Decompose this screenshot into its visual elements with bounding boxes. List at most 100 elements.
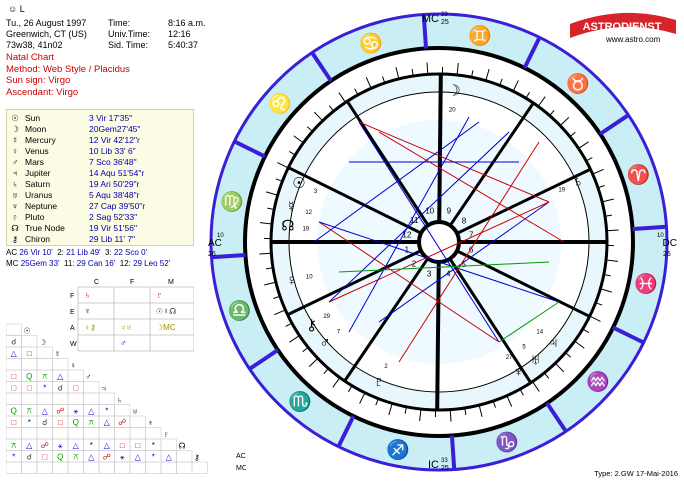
planet-glyph-icon: ⚷ — [306, 317, 317, 334]
mc-minute: 33 — [441, 12, 448, 18]
aspect-symbol-icon: * — [105, 407, 108, 416]
aspect-cell — [67, 369, 84, 382]
astrodienst-logo[interactable]: ASTRODIENST www.astro.com — [566, 6, 680, 46]
planet-row: ☊ True Node 19 Vir 51'56" — [7, 223, 193, 234]
chart-type: Natal Chart — [6, 52, 55, 63]
aspect-cell — [129, 427, 146, 440]
planet-glyph-icon: ♃ — [11, 168, 19, 178]
aspect-symbol-icon: △ — [57, 372, 64, 381]
planet-row: ♄ Saturn 19 Ari 50'29"r — [7, 179, 193, 190]
planet-glyph-icon: ♀ — [11, 146, 19, 156]
aspect-symbol-icon: ⚹ — [120, 453, 125, 462]
planet-position: 10 Lib 33' 6" — [89, 146, 136, 156]
aspect-cell — [6, 358, 22, 371]
planet-degree: 12 — [305, 210, 312, 216]
planet-name: Jupiter — [25, 168, 51, 178]
chart-footer: Type: 2.GW 17-Mai-2016 — [594, 469, 678, 478]
aspect-symbol-icon: ⚻ — [11, 441, 16, 450]
aspect-cell — [36, 346, 53, 359]
planet-degree: 29 — [323, 314, 330, 320]
birth-date: Tu., 26 August 1997 — [6, 18, 87, 28]
zodiac-sign-icon: ♊ — [468, 24, 492, 47]
element-col-cardinal: C — [94, 279, 99, 286]
planet-table: ☉ Sun 3 Vir 17'35" ☽ Moon 20Gem27'45" ☿ Mercury… — [6, 109, 194, 246]
aspect-cell — [176, 461, 193, 474]
mc-label: MC — [422, 13, 439, 25]
aspect-symbol-icon: ☍ — [41, 441, 49, 450]
ac-label: AC — [208, 238, 222, 249]
house-cusp-line — [435, 261, 441, 411]
element-col-fixed: F — [130, 279, 134, 286]
sid-time-value: 5:40:37 — [168, 40, 199, 50]
planet-degree: 14 — [536, 329, 543, 335]
house-number: 8 — [462, 216, 467, 225]
zodiac-sign-icon: ♓ — [634, 272, 658, 295]
aspect-symbol-icon: * — [152, 453, 155, 462]
aspect-symbol-icon: □ — [27, 384, 32, 393]
pluto-icon: ♇ — [156, 290, 163, 300]
aspect-cell — [98, 427, 115, 440]
mercury-node-icons: ☉☿☊ — [156, 307, 176, 316]
planet-position: 7 Sco 36'48" — [89, 157, 137, 167]
aspect-symbol-icon: △ — [88, 407, 95, 416]
aspect-planet-glyph-icon: ☊ — [179, 442, 186, 451]
aspect-symbol-icon: Q — [26, 372, 32, 381]
aspect-symbol-icon: □ — [73, 384, 78, 393]
planet-position: 3 Vir 17'35" — [89, 113, 133, 123]
zodiac-sign-icon: ♑ — [495, 431, 519, 454]
planet-row: ♀ Venus 10 Lib 33' 6" — [7, 146, 193, 157]
aspect-cell — [52, 392, 69, 405]
aspect-cell — [21, 335, 38, 348]
aspect-symbol-icon: △ — [88, 453, 95, 462]
aspect-planet-glyph-icon: ♄ — [117, 396, 123, 405]
planet-name: True Node — [25, 223, 65, 233]
aspect-cell — [67, 392, 84, 405]
house-number: 3 — [427, 269, 432, 278]
aspect-cell — [21, 427, 38, 440]
house-number: 10 — [425, 206, 434, 215]
zodiac-sign-icon: ♋ — [359, 31, 383, 54]
aspect-symbol-icon: ☌ — [58, 384, 63, 393]
planet-position: 14 Aqu 51'54"r — [89, 168, 145, 178]
aspect-cell — [67, 461, 84, 474]
house-row-2: MC 25Gem 33' 11: 29 Can 16' 12: 29 Leo 5… — [6, 259, 171, 268]
aspect-symbol-icon: * — [43, 384, 46, 393]
planet-glyph-icon: ⚷ — [11, 234, 19, 244]
aspect-symbol-icon: □ — [58, 418, 63, 427]
planet-glyph-icon: ☉ — [11, 113, 19, 123]
aspect-symbol-icon: ⚻ — [27, 407, 32, 416]
aspect-symbol-icon: ⚻ — [89, 418, 94, 427]
aspect-cell — [6, 461, 22, 474]
zodiac-sign-icon: ♎ — [227, 299, 251, 322]
house-number: 1 — [405, 245, 410, 254]
planet-glyph-icon: ♅ — [11, 190, 19, 200]
aspect-symbol-icon: □ — [120, 441, 125, 450]
zodiac-sign-icon: ♏ — [288, 390, 312, 413]
neptune-icon: ♆ — [84, 306, 91, 316]
aspect-symbol-icon: Q — [57, 453, 63, 462]
logo-url: www.astro.com — [606, 35, 661, 44]
planet-position: 29 Lib 11' 7" — [89, 234, 136, 244]
aspect-cell — [83, 392, 100, 405]
aspect-cell — [52, 427, 69, 440]
aspect-symbol-icon: ⚻ — [73, 453, 78, 462]
element-row-fire: F — [70, 293, 74, 300]
zodiac-sign-icon: ♈ — [627, 163, 651, 186]
planet-glyph-icon: ♄ — [573, 173, 584, 190]
planet-glyph-icon: ♂ — [11, 157, 19, 167]
univ-time-value: 12:16 — [168, 29, 191, 39]
planet-row: ☿ Mercury 12 Vir 42'12"r — [7, 135, 193, 146]
planet-glyph-icon: ☽ — [447, 83, 460, 100]
planet-glyph-icon: ♆ — [11, 201, 19, 211]
aspect-planet-glyph-icon: ☽ — [39, 338, 46, 347]
planet-name: Chiron — [25, 234, 51, 244]
birth-coordinates: 73w38, 41n02 — [6, 40, 63, 50]
aspect-cell — [6, 427, 22, 440]
planet-row: ♇ Pluto 2 Sag 52'33" — [7, 212, 193, 223]
aspect-symbol-icon: □ — [27, 349, 32, 358]
aspect-symbol-icon: □ — [135, 441, 140, 450]
aspect-symbol-icon: * — [152, 441, 155, 450]
ic-degree: 25 — [441, 465, 449, 472]
planet-name: Neptune — [25, 201, 58, 211]
planet-row: ♃ Jupiter 14 Aqu 51'54"r — [7, 168, 193, 179]
